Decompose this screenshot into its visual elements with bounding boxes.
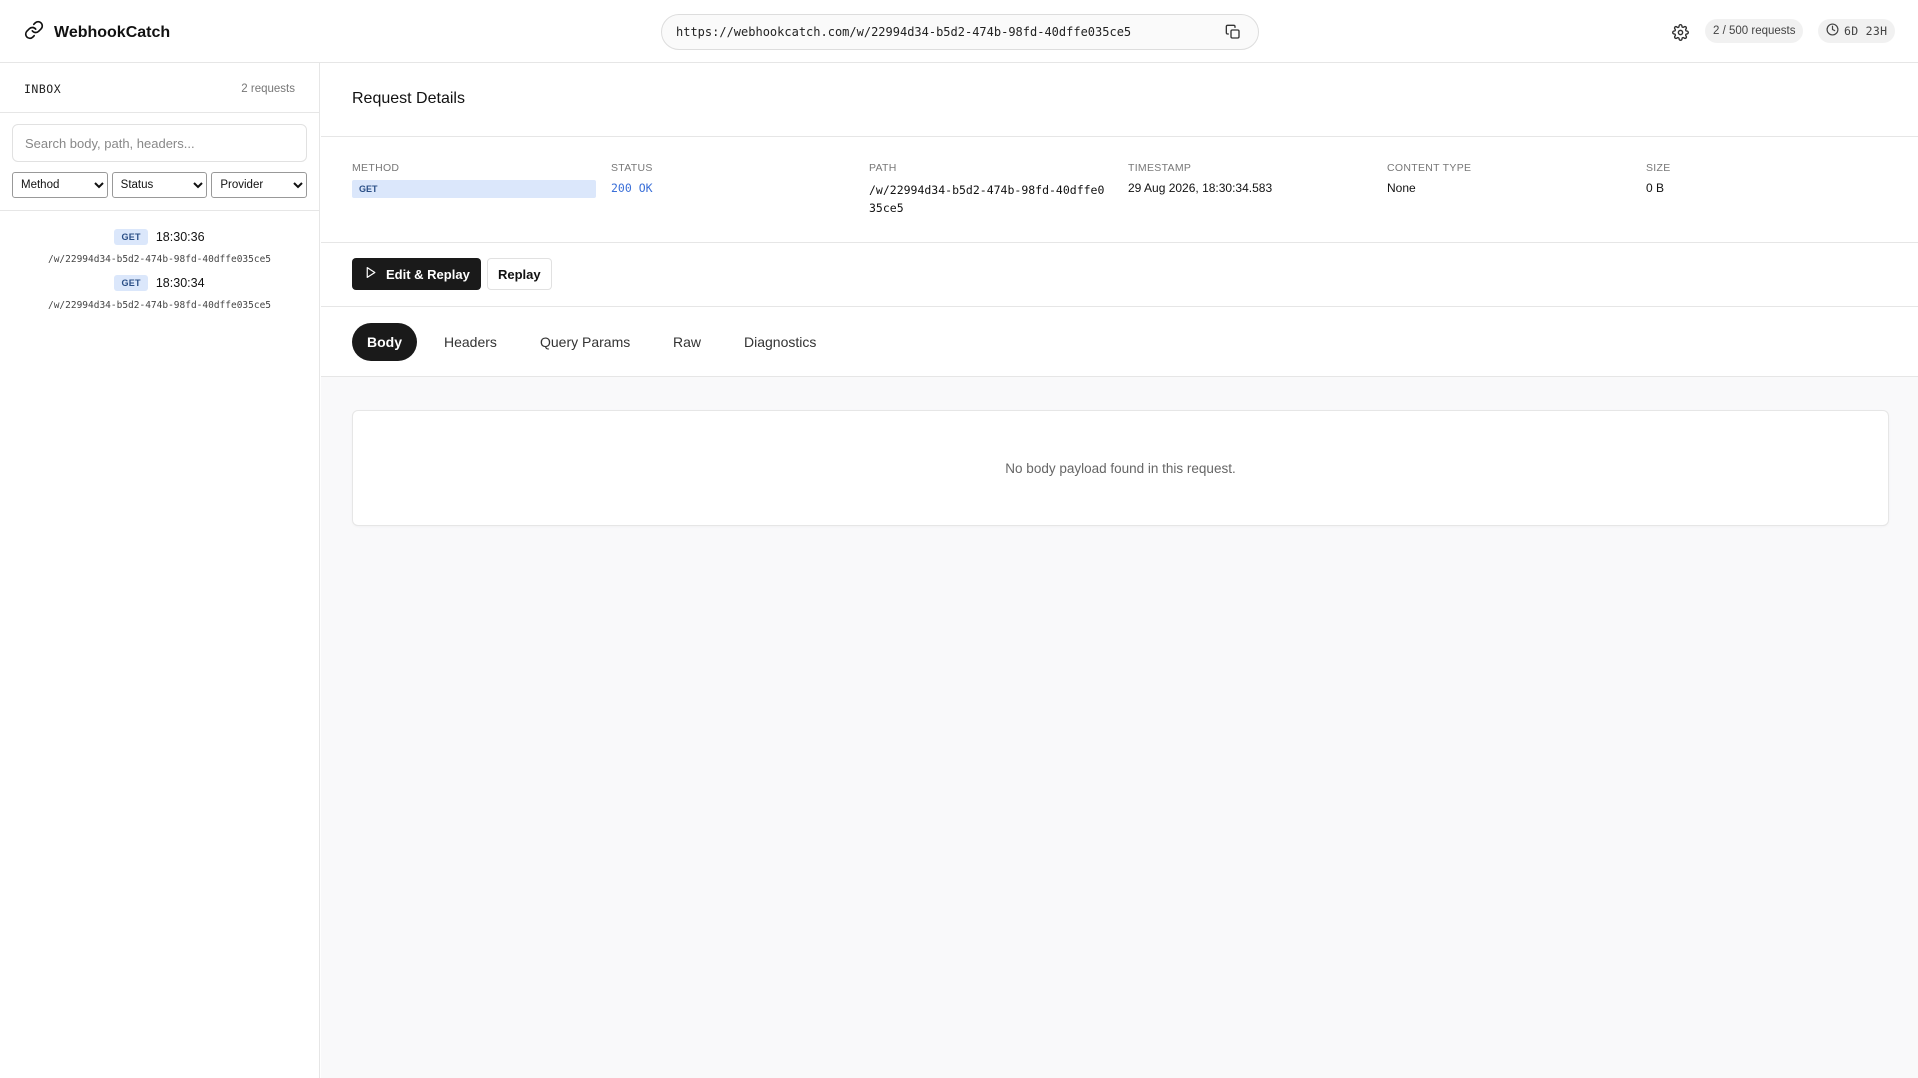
tab-raw[interactable]: Raw: [658, 323, 716, 361]
empty-body-message: No body payload found in this request.: [1005, 460, 1236, 476]
method-badge: GET: [114, 229, 148, 245]
webhook-url[interactable]: https://webhookcatch.com/w/22994d34-b5d2…: [676, 25, 1222, 39]
size-value: 0 B: [1646, 181, 1665, 195]
filter-bar: Method Status Provider: [0, 162, 319, 198]
meta-content-type: CONTENT TYPE None: [1387, 162, 1471, 195]
request-path: /w/22994d34-b5d2-474b-98fd-40dffe035ce5: [47, 254, 272, 265]
provider-filter[interactable]: Provider: [211, 172, 308, 198]
path-value: /w/22994d34-b5d2-474b-98fd-40dffe035ce5: [869, 183, 1105, 215]
tab-bar: Body Headers Query Params Raw Diagnostic…: [321, 307, 1918, 377]
status-value: 200 OK: [611, 181, 653, 195]
brand[interactable]: WebhookCatch: [24, 20, 170, 45]
meta-label: CONTENT TYPE: [1387, 162, 1472, 174]
meta-label: TIMESTAMP: [1128, 162, 1192, 174]
meta-label: PATH: [869, 162, 897, 174]
request-time: 18:30:36: [155, 230, 205, 244]
app-name: WebhookCatch: [54, 23, 171, 41]
clock-icon: [1826, 23, 1839, 39]
search-input[interactable]: [12, 124, 307, 162]
status-filter[interactable]: Status: [111, 172, 208, 198]
replay-button[interactable]: Replay: [487, 258, 552, 290]
inbox-header: INBOX 2 requests: [0, 63, 319, 113]
request-list-item[interactable]: GET 18:30:34 /w/22994d34-b5d2-474b-98fd-…: [0, 275, 319, 339]
meta-label: STATUS: [611, 162, 653, 174]
tab-headers[interactable]: Headers: [429, 323, 512, 361]
main-panel: Request Details METHOD GET STATUS 200 OK…: [321, 63, 1918, 1078]
request-meta: METHOD GET STATUS 200 OK PATH /w/22994d3…: [321, 137, 1918, 243]
play-icon: [364, 266, 377, 282]
time-left-badge: 6D 23H: [1818, 19, 1896, 43]
edit-replay-label: Edit & Replay: [386, 266, 470, 282]
meta-status: STATUS 200 OK: [611, 162, 653, 195]
top-bar: WebhookCatch https://webhookcatch.com/w/…: [0, 0, 1918, 63]
content-type-value: None: [1387, 181, 1416, 195]
meta-size: SIZE 0 B: [1646, 162, 1671, 195]
sidebar: INBOX 2 requests Method Status Provider …: [0, 63, 320, 1078]
request-usage-badge: 2 / 500 requests: [1705, 19, 1804, 43]
link-icon: [24, 20, 44, 45]
request-path: /w/22994d34-b5d2-474b-98fd-40dffe035ce5: [47, 300, 272, 311]
tab-body[interactable]: Body: [352, 323, 417, 361]
timestamp-value: 29 Aug 2026, 18:30:34.583: [1128, 181, 1273, 195]
tab-diagnostics[interactable]: Diagnostics: [729, 323, 831, 361]
meta-path: PATH /w/22994d34-b5d2-474b-98fd-40dffe03…: [869, 162, 1109, 217]
method-badge: GET: [352, 180, 596, 198]
body-panel: No body payload found in this request.: [352, 410, 1889, 526]
tab-query-params[interactable]: Query Params: [525, 323, 645, 361]
request-list-item[interactable]: GET 18:30:36 /w/22994d34-b5d2-474b-98fd-…: [0, 211, 319, 275]
inbox-count: 2 requests: [241, 83, 295, 95]
details-header: Request Details: [321, 63, 1918, 137]
meta-label: METHOD: [352, 162, 400, 174]
meta-method: METHOD GET: [352, 162, 596, 198]
page-title: Request Details: [352, 90, 465, 107]
method-filter[interactable]: Method: [12, 172, 108, 198]
meta-timestamp: TIMESTAMP 29 Aug 2026, 18:30:34.583: [1128, 162, 1272, 195]
webhook-url-bar[interactable]: https://webhookcatch.com/w/22994d34-b5d2…: [661, 14, 1259, 50]
time-left-text: 6D 23H: [1844, 24, 1888, 38]
copy-icon[interactable]: [1222, 21, 1244, 43]
inbox-title: INBOX: [24, 82, 62, 96]
meta-label: SIZE: [1646, 162, 1671, 174]
request-time: 18:30:34: [155, 276, 205, 290]
method-badge: GET: [114, 275, 148, 291]
edit-replay-button[interactable]: Edit & Replay: [352, 258, 481, 290]
gear-icon[interactable]: [1669, 21, 1691, 43]
action-bar: Edit & Replay Replay: [321, 243, 1918, 307]
